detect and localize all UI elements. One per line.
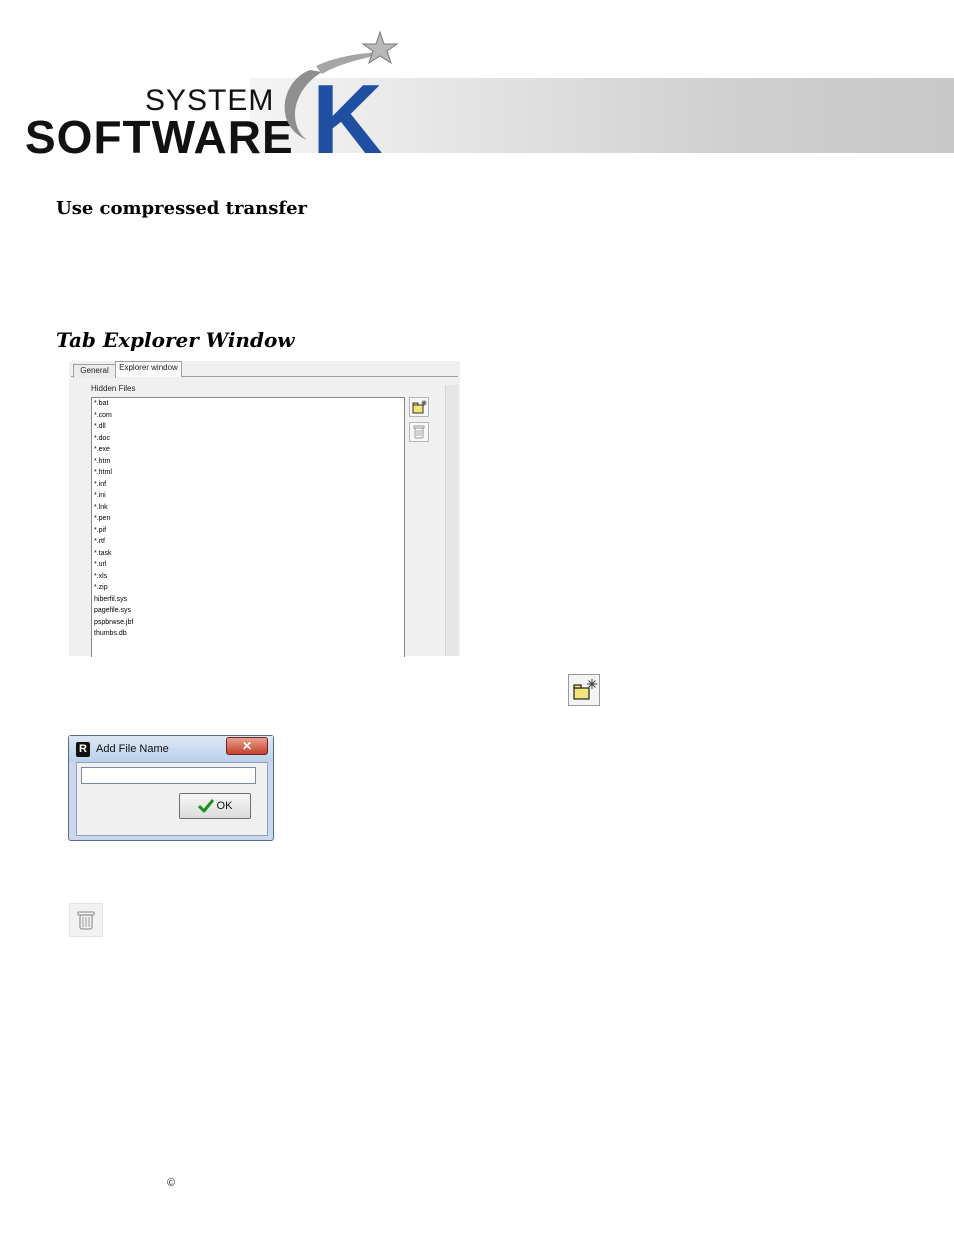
dialog-title: Add File Name <box>96 743 169 755</box>
close-button[interactable]: ✕ <box>226 737 268 755</box>
list-item[interactable]: *.rtf <box>92 536 404 548</box>
app-icon: R <box>76 742 90 757</box>
list-item[interactable]: pagefile.sys <box>92 605 404 617</box>
list-item[interactable]: pspbrwse.jbf <box>92 617 404 629</box>
heading-tab-explorer-window: Tab Explorer Window <box>56 328 295 352</box>
list-item[interactable]: *.pif <box>92 525 404 537</box>
list-item[interactable]: *.inf <box>92 479 404 491</box>
list-item[interactable]: *.ini <box>92 490 404 502</box>
delete-file-button[interactable] <box>409 422 429 442</box>
trash-icon <box>413 425 425 439</box>
tab-explorer-window[interactable]: Explorer window <box>115 361 182 377</box>
checkmark-icon <box>197 799 214 813</box>
list-item[interactable]: *.zip <box>92 582 404 594</box>
list-item[interactable]: thumbs.db <box>92 628 404 640</box>
copyright-symbol: © <box>167 1177 176 1189</box>
list-item[interactable]: *.xls <box>92 571 404 583</box>
list-scrollbar[interactable] <box>445 385 458 656</box>
delete-file-button-large <box>69 903 103 937</box>
ok-label: OK <box>216 800 233 812</box>
logo-k-letter: K <box>312 64 383 160</box>
logo-k-icon: K <box>284 30 399 160</box>
logo-software-text: SOFTWARE <box>25 111 294 163</box>
add-file-button[interactable] <box>409 397 429 417</box>
dialog-titlebar: R Add File Name ✕ <box>69 736 273 762</box>
list-item[interactable]: *.htm <box>92 456 404 468</box>
ok-button[interactable]: OK <box>179 793 251 819</box>
add-file-name-dialog: R Add File Name ✕ OK <box>68 735 274 841</box>
heading-compressed-transfer: Use compressed transfer <box>56 198 308 219</box>
add-file-button-large <box>568 674 600 706</box>
trash-icon <box>77 911 95 930</box>
file-name-input[interactable] <box>81 767 256 784</box>
list-item[interactable]: *.dll <box>92 421 404 433</box>
explorer-window-panel: General Explorer window Hidden Files *.b… <box>69 361 460 657</box>
list-item[interactable]: hiberfil.sys <box>92 594 404 606</box>
list-item[interactable]: *.pen <box>92 513 404 525</box>
tab-general[interactable]: General <box>73 364 116 378</box>
list-item[interactable]: *.lnk <box>92 502 404 514</box>
add-folder-icon <box>573 679 597 700</box>
list-item[interactable]: *.url <box>92 559 404 571</box>
list-item[interactable]: *.task <box>92 548 404 560</box>
hidden-files-list[interactable]: *.bat *.com *.dll *.doc *.exe *.htm *.ht… <box>91 397 405 657</box>
list-item[interactable]: *.doc <box>92 433 404 445</box>
hidden-files-label: Hidden Files <box>91 384 136 393</box>
dialog-body: OK <box>76 762 268 836</box>
add-folder-icon <box>412 400 427 414</box>
list-item[interactable]: *.bat <box>92 398 404 410</box>
list-item[interactable]: *.html <box>92 467 404 479</box>
list-item[interactable]: *.exe <box>92 444 404 456</box>
close-icon: ✕ <box>241 739 253 753</box>
list-item[interactable]: *.com <box>92 410 404 422</box>
